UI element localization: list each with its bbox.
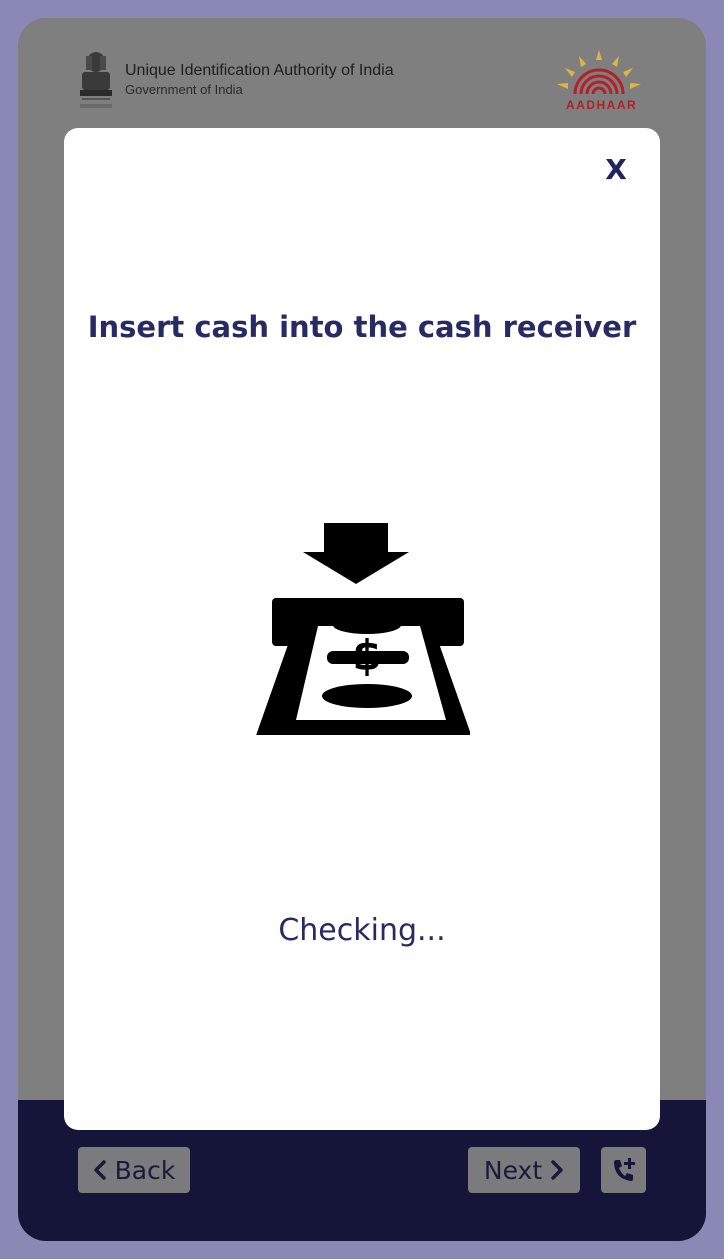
cash-insert-dialog: X Insert cash into the cash receiver $ C… xyxy=(64,128,660,1130)
device-frame: Unique Identification Authority of India… xyxy=(0,0,724,1259)
org-title: Unique Identification Authority of India xyxy=(125,62,394,79)
org-subtitle: Government of India xyxy=(125,82,243,97)
next-button-label: Next xyxy=(483,1155,543,1185)
call-button[interactable] xyxy=(601,1147,646,1193)
kiosk-screen: Unique Identification Authority of India… xyxy=(18,18,706,1241)
chevron-right-icon xyxy=(551,1160,563,1180)
status-message: Checking... xyxy=(278,913,446,948)
chevron-left-icon xyxy=(93,1160,106,1180)
aadhaar-logo-text: AADHAAR xyxy=(566,98,638,112)
dialog-title: Insert cash into the cash receiver xyxy=(87,310,637,344)
svg-text:$: $ xyxy=(352,631,381,680)
close-button[interactable]: X xyxy=(599,150,633,190)
cash-insert-icon: $ xyxy=(256,523,470,735)
app-header: Unique Identification Authority of India… xyxy=(18,18,706,128)
back-button-label: Back xyxy=(114,1155,176,1185)
next-button[interactable]: Next xyxy=(468,1147,580,1193)
back-button[interactable]: Back xyxy=(78,1147,190,1193)
phone-plus-icon xyxy=(613,1158,635,1181)
national-emblem-icon xyxy=(80,52,112,108)
